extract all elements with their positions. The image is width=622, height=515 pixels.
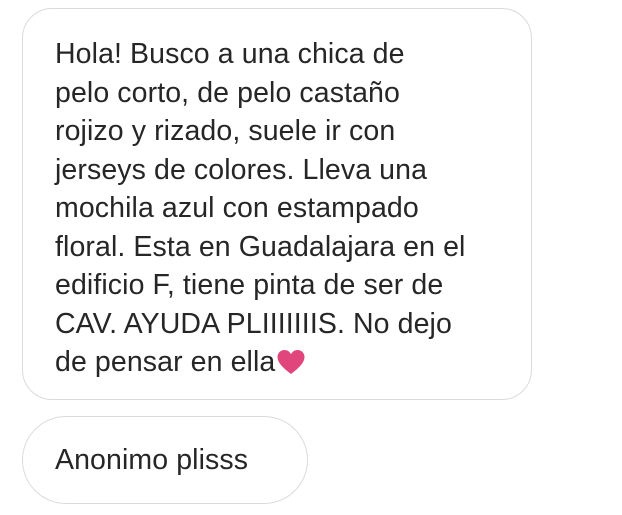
message-bubble-1[interactable]: Hola! Busco a una chica de pelo corto, d… — [22, 8, 532, 400]
message-line: Anonimo plisss — [55, 443, 249, 476]
message-line: floral. Esta en Guadalajara en el — [55, 230, 466, 263]
heart-icon — [276, 347, 306, 386]
message-line: mochila azul con estampado — [55, 192, 419, 224]
message-line: CAV. AYUDA PLIIIIIIIS. No dejo — [55, 307, 452, 340]
message-bubble-2[interactable]: Anonimo plisss — [22, 416, 308, 504]
message-line: pelo corto, de pelo castaño — [55, 76, 400, 109]
message-line: rojizo y rizado, suele ir con — [55, 115, 396, 147]
message-line: edificio F, tiene pinta de ser de — [55, 269, 444, 301]
message-line-text: de pensar en ella — [55, 346, 276, 378]
message-line: jerseys de colores. Lleva una — [55, 153, 428, 186]
message-line: Hola! Busco a una chica de — [55, 38, 405, 70]
message-last-line: de pensar en ella — [55, 343, 501, 386]
